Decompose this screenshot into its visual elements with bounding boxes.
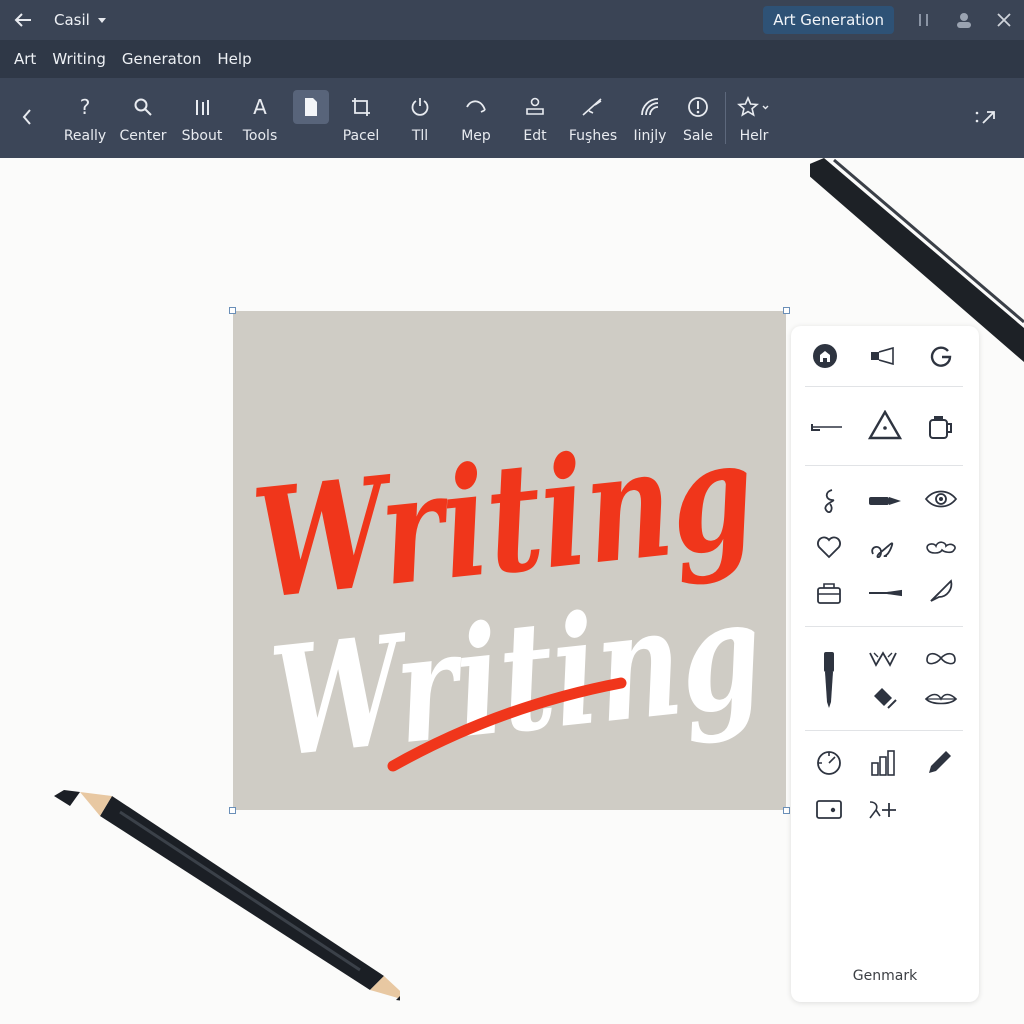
panel-footer-label[interactable]: Genmark bbox=[791, 968, 979, 984]
back-arrow-icon[interactable] bbox=[0, 0, 46, 40]
resize-handle-top-right[interactable] bbox=[783, 307, 790, 314]
tool-label: Helr bbox=[739, 128, 769, 144]
tool-really[interactable]: ? Really bbox=[55, 90, 115, 150]
tool-label: Center bbox=[119, 128, 167, 144]
bar-chart-icon[interactable] bbox=[863, 746, 903, 780]
tool-helr[interactable]: Helr bbox=[724, 90, 784, 150]
art-generation-button[interactable]: Art Generation bbox=[763, 6, 894, 34]
squiggle-icon[interactable] bbox=[809, 484, 849, 518]
mustache-icon[interactable] bbox=[921, 642, 961, 676]
expand-icon bbox=[968, 100, 1004, 134]
menu-art[interactable]: Art bbox=[6, 50, 44, 68]
toolbox-icon[interactable] bbox=[809, 576, 849, 610]
tool-label: Sbout bbox=[181, 128, 223, 144]
tool-label: Edt bbox=[523, 128, 547, 144]
tool-label: Mep bbox=[461, 128, 491, 144]
menu-bar: Art Writing Generaton Help bbox=[0, 40, 1024, 78]
star-icon bbox=[736, 90, 772, 124]
knife-icon[interactable] bbox=[865, 576, 905, 610]
tool-sbout[interactable]: Sbout bbox=[172, 90, 232, 150]
tool-fushes[interactable]: Fuşhes bbox=[563, 90, 623, 150]
pen-line-icon[interactable] bbox=[807, 410, 847, 444]
tool-label: Sale bbox=[683, 128, 713, 144]
writing-lettering: Writing Writing bbox=[246, 406, 770, 791]
panel-separator bbox=[805, 626, 963, 627]
tool-pacel[interactable]: Pacel bbox=[331, 90, 391, 150]
search-icon bbox=[125, 90, 161, 124]
home-icon[interactable] bbox=[805, 339, 845, 373]
tool-tll[interactable]: Tll bbox=[390, 90, 450, 150]
text-icon: A bbox=[253, 95, 267, 119]
pencil-icon[interactable] bbox=[919, 746, 959, 780]
pause-icon[interactable] bbox=[904, 0, 944, 40]
toolbar: ? Really Center Sbout A Tools Pacel Tll bbox=[0, 78, 1024, 158]
stamp-icon bbox=[517, 90, 553, 124]
pencil-bottom-left bbox=[54, 790, 400, 1001]
resize-handle-bottom-right[interactable] bbox=[783, 807, 790, 814]
panel-separator bbox=[805, 465, 963, 466]
quill-icon[interactable] bbox=[921, 574, 961, 608]
signal-icon bbox=[632, 90, 668, 124]
expand-button[interactable] bbox=[956, 100, 1016, 160]
tool-center[interactable]: Center bbox=[113, 90, 173, 150]
undo-icon bbox=[458, 90, 494, 124]
crop-icon bbox=[343, 90, 379, 124]
speaker-icon[interactable] bbox=[863, 339, 903, 373]
resize-handle-top-left[interactable] bbox=[229, 307, 236, 314]
google-icon[interactable] bbox=[921, 339, 961, 373]
close-icon[interactable] bbox=[984, 0, 1024, 40]
tool-mep[interactable]: Mep bbox=[446, 90, 506, 150]
eraser-icon[interactable] bbox=[865, 682, 905, 716]
mug-icon[interactable] bbox=[921, 410, 961, 444]
menu-writing[interactable]: Writing bbox=[44, 50, 114, 68]
icon-palette-panel: Genmark bbox=[791, 326, 979, 1002]
tool-edt[interactable]: Edt bbox=[505, 90, 565, 150]
chevron-down-icon bbox=[97, 17, 106, 23]
crown-icon[interactable] bbox=[863, 642, 903, 676]
panel-separator bbox=[805, 730, 963, 731]
menu-help[interactable]: Help bbox=[209, 50, 259, 68]
tool-label: Fuşhes bbox=[568, 128, 618, 144]
chevron-left-icon bbox=[9, 100, 45, 134]
eye-icon[interactable] bbox=[921, 482, 961, 516]
artwork-canvas[interactable]: Writing Writing bbox=[229, 307, 790, 814]
lips-icon[interactable] bbox=[921, 682, 961, 716]
heart-icon[interactable] bbox=[809, 530, 849, 564]
tool-sale[interactable]: Sale bbox=[668, 90, 728, 150]
document-name-dropdown[interactable]: Casil bbox=[46, 11, 106, 29]
document-icon bbox=[293, 90, 329, 124]
cloud-icon[interactable] bbox=[921, 530, 961, 564]
title-bar: Casil Art Generation bbox=[0, 0, 1024, 40]
tool-label: Tools bbox=[242, 128, 278, 144]
wallet-icon[interactable] bbox=[809, 792, 849, 826]
tool-label: Really bbox=[63, 128, 107, 144]
marker-icon[interactable] bbox=[865, 484, 905, 518]
brush-icon bbox=[575, 90, 611, 124]
document-name: Casil bbox=[54, 11, 90, 29]
menu-generation[interactable]: Generaton bbox=[114, 50, 210, 68]
sparkle-plus-icon[interactable] bbox=[863, 792, 903, 826]
help-icon: ? bbox=[79, 95, 91, 119]
panel-separator bbox=[805, 386, 963, 387]
tool-label: Iinjly bbox=[633, 128, 667, 144]
paintbrush-icon[interactable] bbox=[809, 648, 849, 712]
toolbar-back-button[interactable] bbox=[0, 100, 57, 160]
user-icon[interactable] bbox=[944, 0, 984, 40]
tool-label: Pacel bbox=[342, 128, 380, 144]
loop-icon[interactable] bbox=[863, 530, 903, 564]
compass-icon[interactable] bbox=[809, 746, 849, 780]
tool-label: Tll bbox=[411, 128, 429, 144]
toolbar-divider bbox=[725, 92, 726, 144]
power-icon bbox=[402, 90, 438, 124]
bars-icon bbox=[184, 90, 220, 124]
resize-handle-bottom-left[interactable] bbox=[229, 807, 236, 814]
alert-icon bbox=[680, 90, 716, 124]
warning-icon[interactable] bbox=[865, 408, 905, 442]
